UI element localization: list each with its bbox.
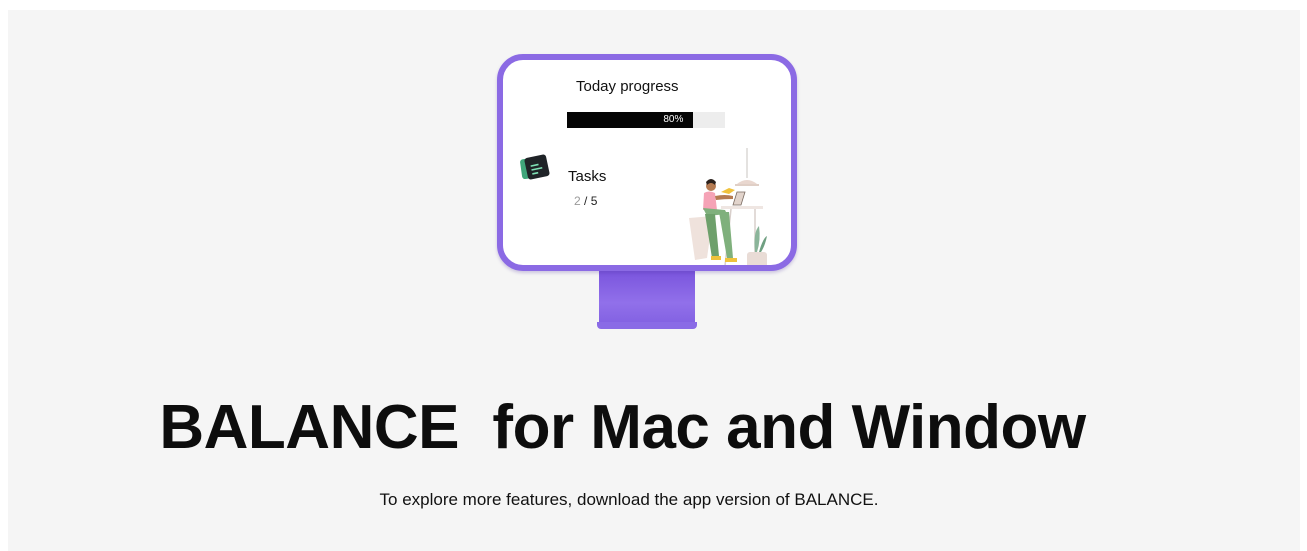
page-subtitle: To explore more features, download the a… xyxy=(379,490,879,509)
tasks-count: 2 / 5 xyxy=(574,194,597,208)
tasks-total-count: 5 xyxy=(590,194,598,208)
person-at-laptop-illustration xyxy=(685,148,791,265)
progress-bar-fill: 80% xyxy=(567,112,694,128)
progress-percent: 80% xyxy=(663,114,684,125)
monitor-screen: Today progress 80% Tasks 2 / 5 xyxy=(497,54,797,271)
progress-bar: 80% xyxy=(567,112,725,128)
page-title: BALANCE for Mac and Window xyxy=(159,393,1086,462)
progress-title: Today progress xyxy=(576,78,679,95)
tasks-separator: / xyxy=(584,194,588,208)
app-window-icon xyxy=(520,154,550,184)
monitor-stand xyxy=(597,271,697,329)
tasks-done-count: 2 xyxy=(574,194,581,208)
tasks-label: Tasks xyxy=(568,168,607,185)
